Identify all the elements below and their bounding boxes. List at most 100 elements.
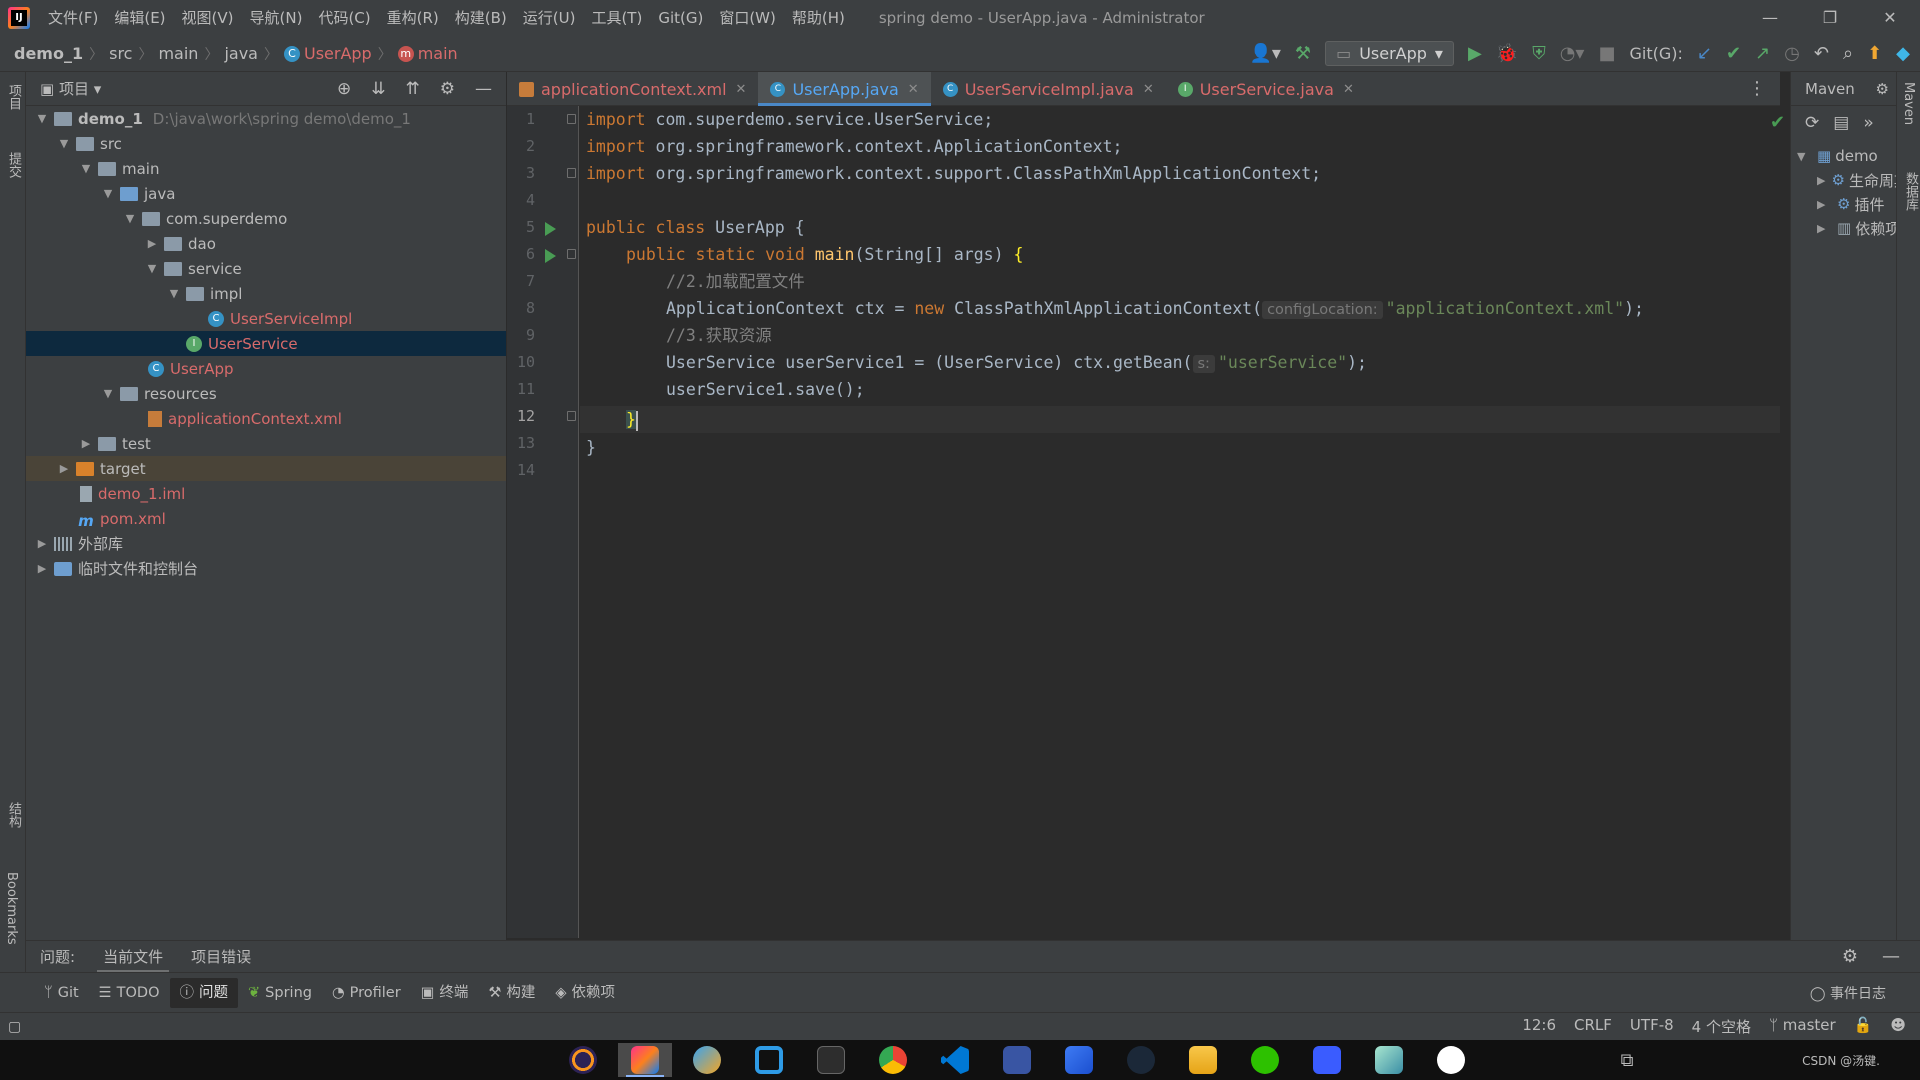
intellij-logo-icon[interactable] [8, 7, 30, 29]
chevron-right-icon[interactable]: ▶ [144, 237, 160, 250]
indent-setting[interactable]: 4 个空格 [1692, 1016, 1751, 1037]
fold-marker-icon[interactable] [567, 249, 576, 259]
breadcrumb-method-main[interactable]: m main [392, 44, 464, 63]
add-project-icon[interactable]: ▤ [1833, 113, 1849, 133]
chevron-down-icon[interactable]: ▼ [122, 212, 138, 225]
menu-refactor[interactable]: 重构(R) [379, 0, 447, 36]
menu-build[interactable]: 构建(B) [447, 0, 515, 36]
menu-git[interactable]: Git(G) [650, 0, 711, 36]
tree-node-scratches[interactable]: ▶ 临时文件和控制台 [26, 556, 506, 581]
profile-icon[interactable]: ◔▾ [1560, 43, 1585, 64]
tab-userapp-java[interactable]: C UserApp.java ✕ [758, 72, 931, 106]
taskbar-intellij[interactable] [618, 1043, 672, 1077]
no-problems-check-icon[interactable]: ✔ [1770, 112, 1785, 133]
chevron-down-icon[interactable]: ▼ [144, 262, 160, 275]
breadcrumb-userapp[interactable]: C UserApp [278, 44, 378, 63]
tree-node-src[interactable]: ▼ src [26, 131, 506, 156]
line-separator[interactable]: CRLF [1574, 1016, 1612, 1037]
event-log-button[interactable]: ◯ 事件日志 [1810, 983, 1920, 1003]
chevron-down-icon[interactable]: ▼ [100, 387, 116, 400]
chevron-right-icon[interactable]: ▶ [1817, 222, 1837, 235]
close-icon[interactable]: ✕ [908, 82, 919, 97]
tree-node-userserviceimpl[interactable]: C UserServiceImpl [26, 306, 506, 331]
chevron-right-icon[interactable]: ▶ [1817, 198, 1837, 211]
close-icon[interactable]: ✕ [1343, 82, 1354, 97]
taskbar-terminal[interactable] [804, 1043, 858, 1077]
chevron-down-icon[interactable]: ▼ [56, 137, 72, 150]
tree-node-dao[interactable]: ▶ dao [26, 231, 506, 256]
hide-icon[interactable]: — [1882, 946, 1900, 967]
structure-tool-tab[interactable]: 结构 [4, 802, 23, 828]
bookmarks-tool-tab[interactable]: Bookmarks [4, 872, 19, 945]
taskbar-vscode[interactable] [928, 1043, 982, 1077]
restore-button[interactable]: ❐ [1800, 0, 1860, 36]
menu-edit[interactable]: 编辑(E) [106, 0, 173, 36]
taskbar-app-15[interactable] [1424, 1043, 1478, 1077]
code-editor[interactable]: import com.superdemo.service.UserService… [580, 106, 1780, 938]
history-icon[interactable]: ◷ [1784, 43, 1800, 64]
coverage-icon[interactable]: ⛨ [1532, 43, 1546, 64]
breadcrumb-project[interactable]: demo_1 [0, 44, 89, 63]
tab-project-errors[interactable]: 项目错误 [177, 941, 265, 973]
fold-marker-icon[interactable] [567, 168, 576, 178]
taskbar-app-3[interactable] [680, 1043, 734, 1077]
taskbar-visio[interactable] [990, 1043, 1044, 1077]
debug-icon[interactable]: 🐞 [1496, 43, 1518, 64]
caret-position[interactable]: 12:6 [1522, 1016, 1556, 1037]
tree-node-demo_1-iml[interactable]: demo_1.iml [26, 481, 506, 506]
chevron-right-icon[interactable]: ▶ [1817, 174, 1832, 187]
tree-node-demo_1[interactable]: ▼ demo_1 D:\java\work\spring demo\demo_1 [26, 106, 506, 131]
chevron-down-icon[interactable]: ▼ [166, 287, 182, 300]
fold-marker-icon[interactable] [567, 411, 576, 421]
project-tool-tab[interactable]: 项目 [4, 84, 23, 110]
menu-file[interactable]: 文件(F) [40, 0, 106, 36]
tab-userserviceimpl-java[interactable]: C UserServiceImpl.java ✕ [931, 72, 1166, 106]
minimize-button[interactable]: — [1740, 0, 1800, 36]
tool-problems[interactable]: ⓘ 问题 [169, 977, 239, 1008]
tree-node-java[interactable]: ▼ java [26, 181, 506, 206]
menu-help[interactable]: 帮助(H) [784, 0, 853, 36]
taskbar-task-view[interactable]: ⧉ [1600, 1043, 1654, 1077]
tree-node-resources[interactable]: ▼ resources [26, 381, 506, 406]
collapse-all-icon[interactable]: ⇈ [406, 79, 420, 99]
plugin-logo-icon[interactable]: ◆ [1896, 43, 1910, 64]
breadcrumb-src[interactable]: src [103, 44, 138, 63]
more-icon[interactable]: » [1863, 113, 1873, 133]
gear-icon[interactable]: ⚙ [440, 79, 455, 99]
tool-todo[interactable]: ☰ TODO [89, 978, 170, 1008]
menu-navigate[interactable]: 导航(N) [242, 0, 311, 36]
gear-icon[interactable]: ⚙ [1876, 80, 1889, 98]
breadcrumb-java[interactable]: java [218, 44, 264, 63]
menu-tools[interactable]: 工具(T) [583, 0, 650, 36]
menu-run[interactable]: 运行(U) [515, 0, 584, 36]
git-branch[interactable]: ᛘ master [1769, 1016, 1836, 1037]
tool-dependencies[interactable]: ◈ 依赖项 [545, 978, 625, 1008]
fold-marker-icon[interactable] [567, 114, 576, 124]
tool-terminal[interactable]: ▣ 终端 [411, 978, 479, 1008]
more-tabs-icon[interactable]: ⋮ [1748, 72, 1780, 105]
tool-build[interactable]: ⚒ 构建 [478, 978, 545, 1008]
database-tool-tab[interactable]: 数据库 [1901, 172, 1920, 211]
tree-node-test[interactable]: ▶ test [26, 431, 506, 456]
tree-node-target[interactable]: ▶ target [26, 456, 506, 481]
close-button[interactable]: ✕ [1860, 0, 1920, 36]
chevron-right-icon[interactable]: ▶ [34, 537, 50, 550]
tool-spring[interactable]: ❦ Spring [238, 978, 322, 1008]
hide-icon[interactable]: — [475, 79, 492, 99]
tool-profiler[interactable]: ◔ Profiler [322, 978, 411, 1008]
taskbar-explorer[interactable] [1176, 1043, 1230, 1077]
menu-code[interactable]: 代码(C) [310, 0, 378, 36]
git-update-icon[interactable]: ↙ [1697, 43, 1712, 64]
taskbar-eclipse[interactable] [556, 1043, 610, 1077]
expand-all-icon[interactable]: ⇊ [371, 79, 385, 99]
close-icon[interactable]: ✕ [736, 82, 747, 97]
chevron-down-icon[interactable]: ▼ [100, 187, 116, 200]
taskbar-video[interactable] [1300, 1043, 1354, 1077]
chevron-right-icon[interactable]: ▶ [56, 462, 72, 475]
run-main-icon[interactable] [545, 249, 556, 263]
git-commit-icon[interactable]: ✔ [1726, 43, 1741, 64]
tree-node-external-libraries[interactable]: ▶ 外部库 [26, 531, 506, 556]
tree-node-userservice[interactable]: I UserService [26, 331, 506, 356]
tree-node-applicationcontext-xml[interactable]: applicationContext.xml [26, 406, 506, 431]
taskbar-chrome[interactable] [866, 1043, 920, 1077]
